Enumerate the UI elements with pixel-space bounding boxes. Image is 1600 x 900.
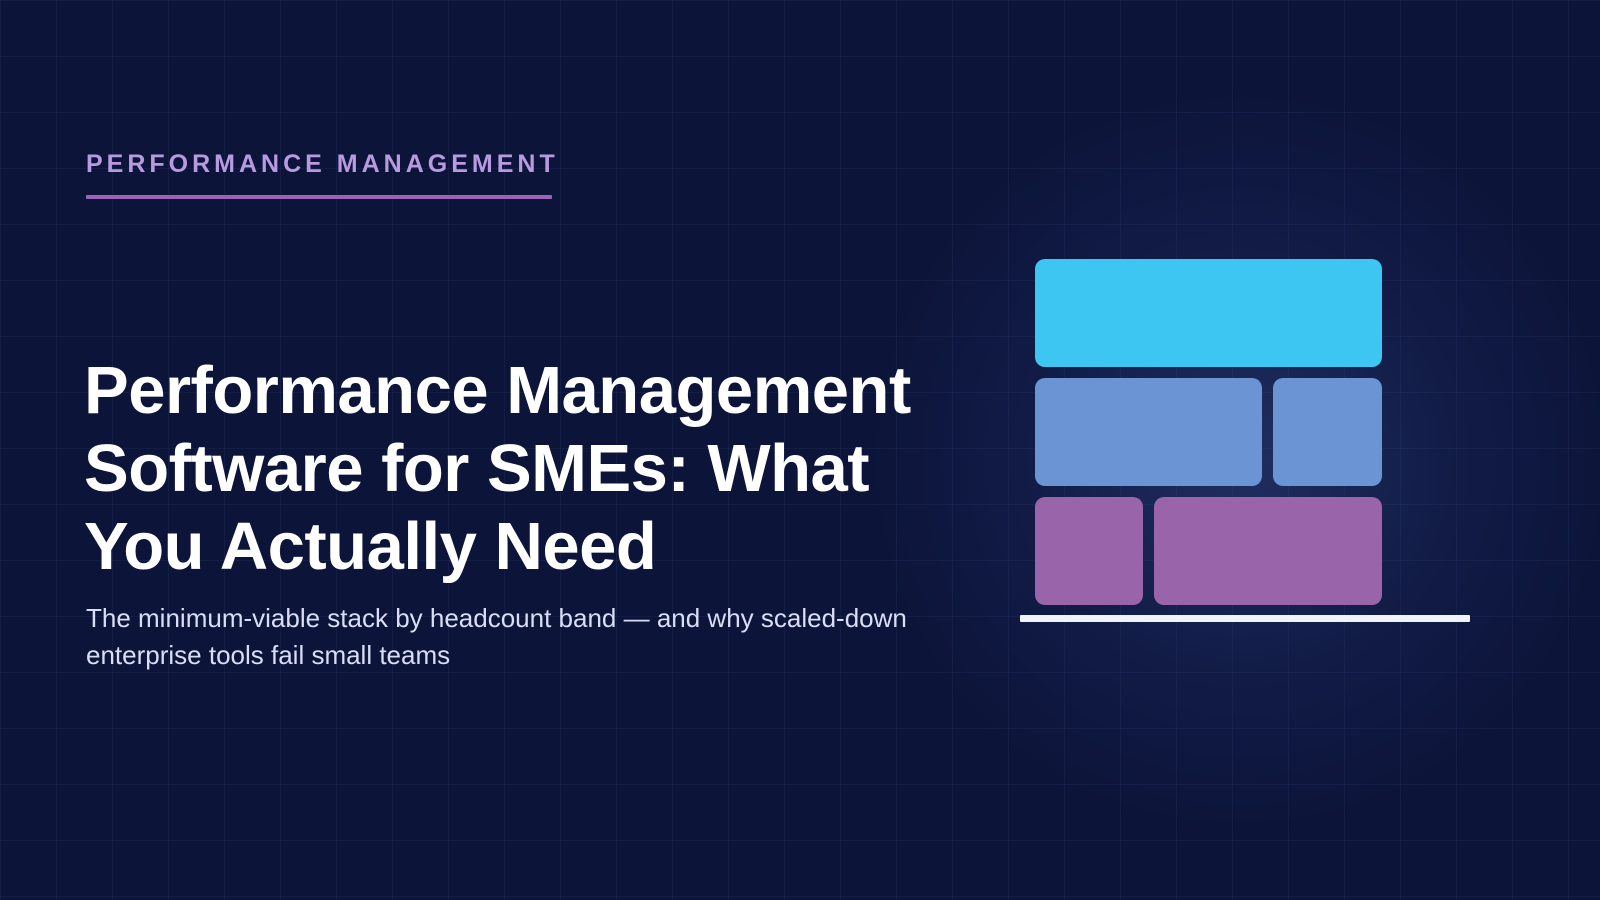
- stack-block-top: [1035, 259, 1382, 367]
- stack-block-bottom-left: [1035, 497, 1143, 605]
- stack-block-bottom-right: [1154, 497, 1382, 605]
- stack-baseline: [1020, 615, 1470, 622]
- stacked-blocks-icon: [1020, 256, 1470, 626]
- category-label: PERFORMANCE MANAGEMENT: [86, 150, 559, 178]
- page-title: Performance Management Software for SMEs…: [84, 353, 911, 584]
- stack-block-middle-left: [1035, 378, 1262, 486]
- page-subtitle: The minimum-viable stack by headcount ba…: [86, 603, 907, 670]
- stack-block-middle-right: [1273, 378, 1382, 486]
- hero-banner: PERFORMANCE MANAGEMENT Performance Manag…: [0, 0, 1600, 900]
- category-underline: [86, 195, 552, 199]
